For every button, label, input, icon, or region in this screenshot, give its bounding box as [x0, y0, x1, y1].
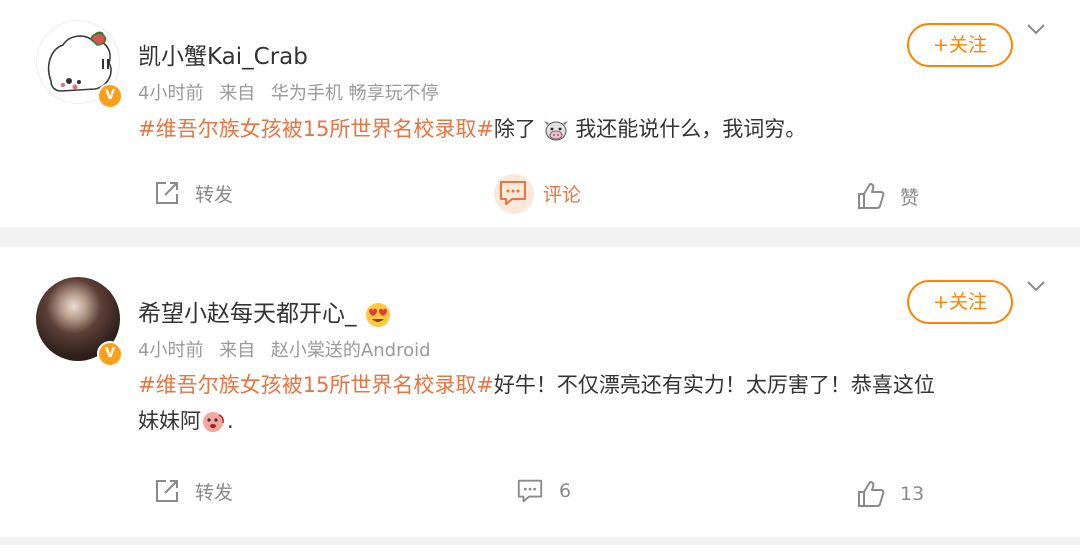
comment-button[interactable]: 6	[515, 477, 571, 505]
like-button[interactable]: 赞	[856, 181, 919, 211]
chevron-down-icon[interactable]	[1026, 22, 1046, 36]
username[interactable]: 希望小赵每天都开心_	[138, 294, 392, 329]
post-time: 4小时前	[138, 83, 204, 104]
hashtag-link[interactable]: #维吾尔族女孩被15所世界名校录取#	[138, 373, 494, 397]
like-button[interactable]: 13	[856, 479, 924, 509]
like-count: 13	[900, 483, 925, 505]
username-text: 希望小赵每天都开心_	[138, 301, 357, 327]
cow-emoji-icon	[543, 121, 568, 141]
comment-button[interactable]: 评论	[497, 178, 581, 208]
repost-label: 转发	[195, 183, 234, 206]
repost-button[interactable]: 转发	[153, 477, 233, 505]
next-post-card-edge	[0, 545, 1080, 551]
post-text: 除了	[493, 117, 536, 141]
repost-label: 转发	[195, 481, 234, 504]
comment-count: 6	[559, 480, 572, 502]
repost-icon	[156, 182, 178, 204]
chevron-down-icon[interactable]	[1026, 279, 1046, 293]
verified-badge-icon: V	[97, 341, 123, 367]
verified-badge-icon: V	[97, 83, 123, 109]
comment-icon	[517, 479, 543, 503]
blush-emoji-icon	[203, 412, 224, 432]
post-content: #维吾尔族女孩被15所世界名校录取#好牛！不仅漂亮还有实力！太厉害了！恭喜这位 …	[138, 367, 1043, 439]
like-label: 赞	[900, 186, 920, 209]
username[interactable]: 凯小蟹Kai_Crab	[138, 37, 308, 71]
post-text: 我还能说什么，我词穷。	[575, 117, 807, 141]
source-prefix: 来自	[219, 83, 256, 104]
post-text: .	[227, 409, 234, 433]
post-source[interactable]: 华为手机 畅享玩不停	[271, 83, 439, 104]
hashtag-link[interactable]: #维吾尔族女孩被15所世界名校录取#	[138, 117, 494, 141]
comment-label: 评论	[543, 183, 582, 206]
post-card: V 希望小赵每天都开心_ 4小时前 来自 赵小棠送的Android #维吾尔族女…	[0, 247, 1080, 537]
follow-button[interactable]: +关注	[907, 280, 1013, 324]
post-text: 妹妹阿	[138, 409, 201, 433]
post-content: #维吾尔族女孩被15所世界名校录取#除了 我还能说什么，我词穷。	[138, 111, 1043, 147]
post-meta: 4小时前 来自 赵小棠送的Android	[138, 336, 431, 362]
weibo-comment-feed: V 凯小蟹Kai_Crab 4小时前 来自 华为手机 畅享玩不停 #维吾尔族女孩…	[0, 0, 1080, 551]
post-text: 好牛！不仅漂亮还有实力！太厉害了！恭喜这位	[493, 373, 935, 397]
comment-icon	[500, 181, 526, 205]
heart-eyes-emoji-icon	[365, 302, 390, 327]
follow-button[interactable]: +关注	[907, 23, 1013, 67]
like-icon	[858, 481, 885, 507]
source-prefix: 来自	[219, 340, 256, 361]
post-card: V 凯小蟹Kai_Crab 4小时前 来自 华为手机 畅享玩不停 #维吾尔族女孩…	[0, 0, 1080, 227]
post-time: 4小时前	[138, 340, 204, 361]
repost-icon	[156, 480, 178, 502]
like-icon	[858, 183, 885, 209]
repost-button[interactable]: 转发	[153, 179, 233, 207]
post-meta: 4小时前 来自 华为手机 畅享玩不停	[138, 79, 439, 105]
post-source[interactable]: 赵小棠送的Android	[271, 340, 431, 361]
